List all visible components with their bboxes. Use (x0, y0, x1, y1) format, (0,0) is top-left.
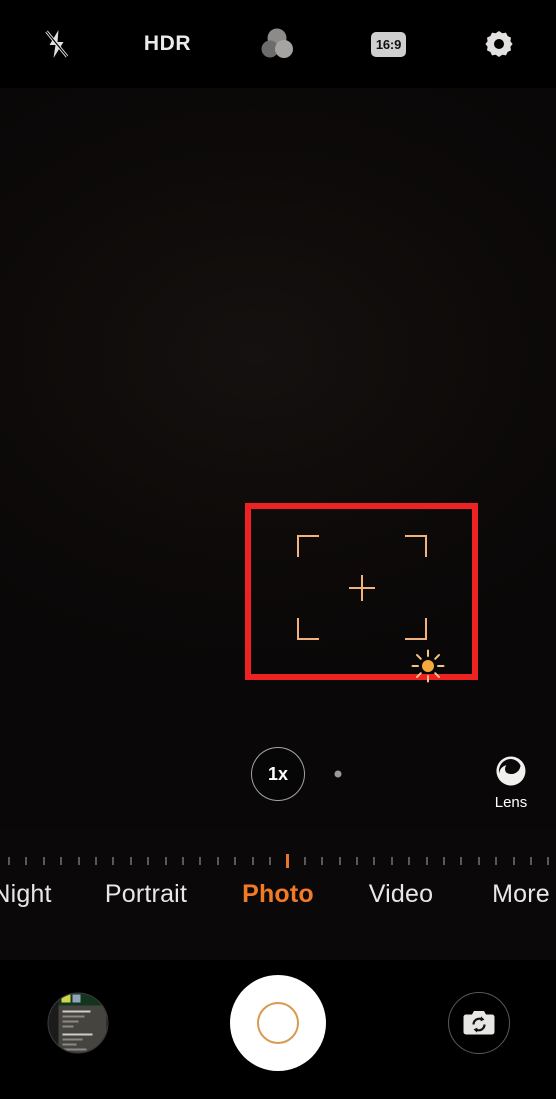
camera-bottom-toolbar (0, 960, 556, 1099)
mode-labels-row: Night Portrait Photo Video More (0, 880, 556, 932)
mode-ruler-tick (182, 857, 184, 865)
reticle-corner-bottom-right (405, 618, 427, 640)
thumbnail-text-line (62, 1015, 85, 1018)
switch-camera-button[interactable] (448, 992, 510, 1054)
mode-ruler-tick (77, 857, 80, 865)
mode-ruler-tick (25, 857, 28, 865)
hdr-label: HDR (143, 32, 192, 55)
mode-ruler-tick (42, 857, 45, 865)
mode-ruler-tick (251, 857, 254, 865)
filters-icon (261, 28, 293, 58)
sun-icon (411, 649, 445, 683)
flash-off-icon (45, 30, 69, 58)
focus-crosshair-icon (349, 574, 375, 601)
mode-ruler-tick (512, 857, 515, 865)
lens-spiral-icon (496, 756, 526, 786)
mode-ruler[interactable] (0, 854, 556, 868)
thumbnail-text-line (62, 1025, 74, 1028)
thumbnail-text-line (62, 1033, 93, 1036)
exposure-slider-handle[interactable] (411, 649, 445, 683)
mode-ruler-tick (530, 857, 532, 865)
mode-ruler-tick (147, 857, 150, 865)
mode-tab-night[interactable]: Night (0, 880, 52, 909)
mode-tab-photo[interactable]: Photo (242, 880, 314, 909)
mode-ruler-tick (547, 857, 550, 865)
aspect-ratio-label: 16:9 (371, 31, 406, 57)
mode-ruler-tick (129, 857, 132, 865)
thumbnail-chip-yellow (61, 994, 71, 1003)
mode-ruler-tick (199, 857, 202, 865)
mode-ruler-tick (234, 857, 237, 865)
mode-tab-more[interactable]: More (492, 880, 550, 909)
reticle-corner-top-left (297, 535, 319, 557)
thumbnail-image (58, 993, 107, 1053)
mode-ruler-tick (373, 857, 376, 865)
mode-ruler-tick (460, 857, 463, 865)
aspect-ratio-button[interactable]: 16:9 (356, 14, 422, 74)
mode-ruler-tick (338, 857, 341, 865)
mode-ruler-tick (164, 857, 167, 865)
mode-ruler-tick (477, 857, 480, 865)
reticle-corner-bottom-left (297, 618, 319, 640)
mode-ruler-tick (112, 857, 115, 865)
lens-label: Lens (494, 794, 528, 811)
mode-ruler-tick (303, 857, 306, 865)
mode-ruler-tick (390, 857, 393, 865)
mode-tab-video[interactable]: Video (369, 880, 434, 909)
zoom-step-dot[interactable] (334, 770, 342, 778)
mode-ruler-tick-active (286, 854, 289, 868)
thumbnail-text-line (62, 1048, 87, 1051)
mode-ruler-tick (216, 857, 219, 865)
camera-app-screen: HDR 16:9 1x Lens Night Portrait Photo Vi… (0, 0, 556, 1099)
mode-ruler-tick (443, 857, 445, 865)
mode-ruler-tick (356, 857, 358, 865)
settings-button[interactable] (466, 14, 532, 74)
mode-ruler-tick (60, 857, 63, 865)
navigation-hint-bar (0, 1093, 556, 1099)
thumbnail-text-line (62, 1010, 91, 1013)
zoom-level-label: 1x (267, 763, 289, 784)
focus-reticle[interactable] (297, 535, 427, 640)
thumbnail-text-line (62, 1020, 79, 1023)
hdr-button[interactable]: HDR (135, 14, 201, 74)
zoom-level-button[interactable]: 1x (251, 747, 305, 801)
camera-flip-icon (463, 1011, 495, 1035)
mode-ruler-tick (495, 857, 498, 865)
gear-icon (485, 31, 513, 57)
gallery-thumbnail-button[interactable] (47, 992, 109, 1054)
mode-ruler-tick (8, 857, 10, 865)
mode-ruler-tick (321, 857, 324, 865)
thumbnail-text-line (62, 1038, 83, 1041)
shutter-button[interactable] (230, 975, 326, 1071)
google-lens-button[interactable]: Lens (476, 754, 546, 811)
thumbnail-chip-blue (72, 994, 81, 1003)
mode-tab-portrait[interactable]: Portrait (105, 880, 187, 909)
reticle-corner-top-right (405, 535, 427, 557)
filters-button[interactable] (245, 14, 311, 74)
zoom-and-lens-row: 1x Lens (0, 742, 556, 832)
camera-viewfinder-preview[interactable] (0, 88, 556, 828)
thumbnail-text-line (62, 1043, 77, 1046)
mode-ruler-tick (425, 857, 428, 865)
flash-off-button[interactable] (24, 14, 90, 74)
mode-ruler-tick (269, 857, 271, 865)
mode-ruler-tick (95, 857, 97, 865)
camera-top-toolbar: HDR 16:9 (0, 0, 556, 88)
mode-ruler-tick (408, 857, 411, 865)
camera-mode-selector: Night Portrait Photo Video More (0, 828, 556, 960)
shutter-inner-ring (257, 1002, 299, 1044)
